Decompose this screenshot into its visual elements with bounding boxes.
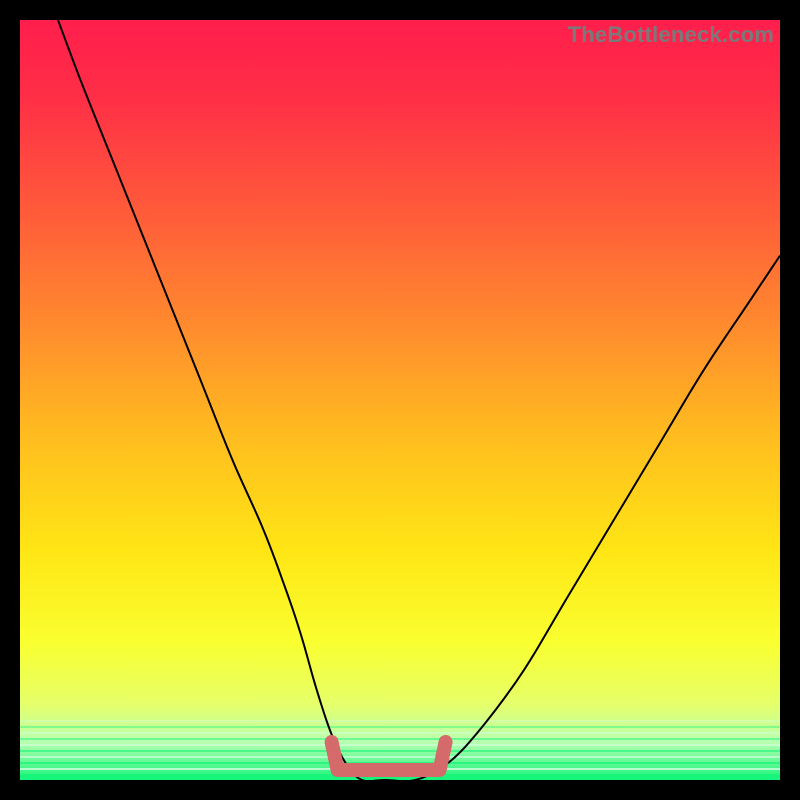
plot-area: TheBottleneck.com bbox=[20, 20, 780, 780]
chart-svg bbox=[20, 20, 780, 780]
chart-frame: TheBottleneck.com bbox=[20, 20, 780, 780]
watermark-label: TheBottleneck.com bbox=[568, 22, 774, 48]
gradient-background bbox=[20, 20, 780, 780]
